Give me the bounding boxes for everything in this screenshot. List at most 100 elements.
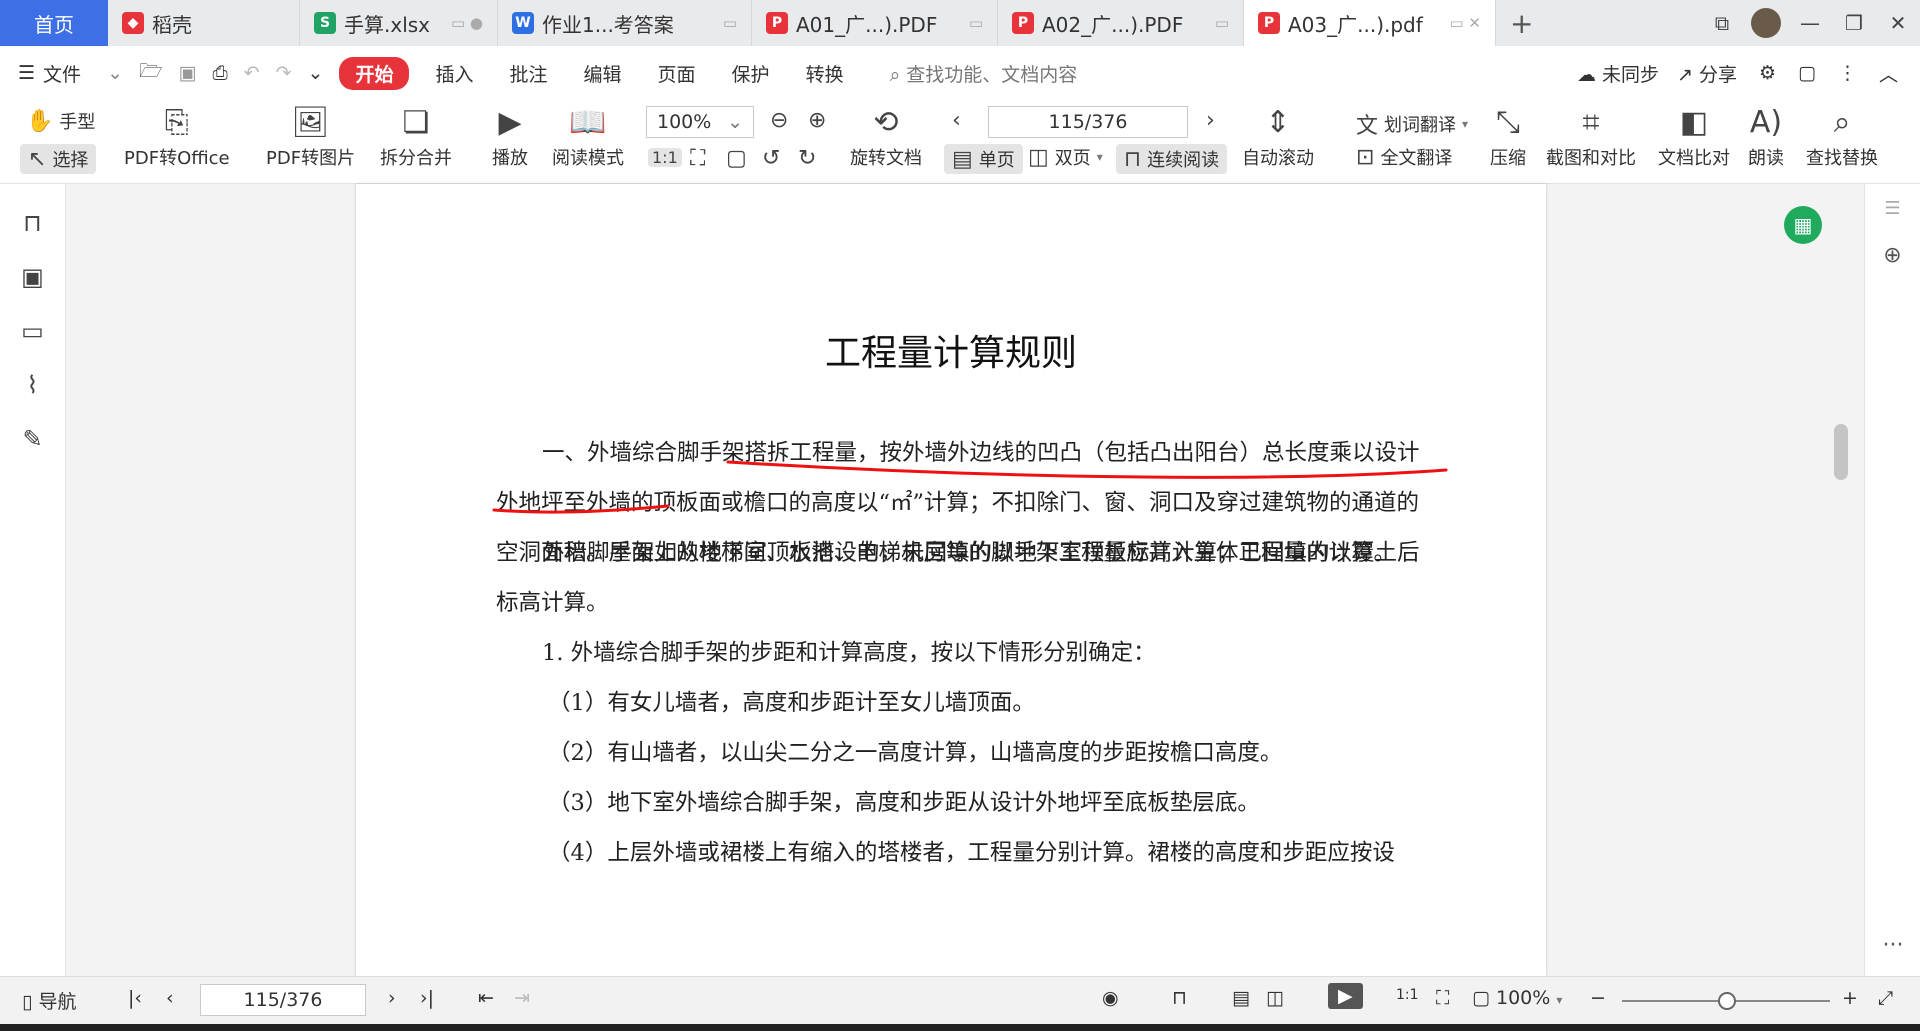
actual-size-icon[interactable]: 1:1 — [648, 148, 682, 167]
kebab-icon[interactable]: ⋮ — [1838, 62, 1857, 84]
table-extract-icon[interactable]: ▦ — [1784, 206, 1822, 244]
select-tool[interactable]: ↖ 选择 — [20, 144, 97, 174]
continuous-icon[interactable]: ⊓ — [1172, 987, 1187, 1009]
bookmark-icon[interactable]: ⊓ — [0, 196, 65, 250]
last-page-icon[interactable]: ›| — [420, 987, 434, 1009]
undo-icon[interactable]: ↶ — [236, 62, 268, 84]
prev-page-icon[interactable]: ‹ — [166, 987, 174, 1009]
signature-icon[interactable]: ✎ — [0, 412, 65, 466]
tab-count-icon[interactable]: ⧉ — [1700, 11, 1744, 35]
fit-width-icon[interactable]: ▢ — [726, 146, 747, 171]
fit-page-icon[interactable]: ⛶ — [1436, 987, 1449, 1009]
fit-page-icon[interactable]: ⛶ — [690, 146, 705, 171]
play-button[interactable]: ▶ 播放 — [492, 102, 528, 170]
open-icon[interactable]: 🗁 — [131, 57, 171, 89]
share-button[interactable]: ↗ 分享 — [1677, 60, 1737, 87]
prev-page-icon[interactable]: ‹ — [952, 108, 961, 133]
zoom-in-icon[interactable]: + — [1842, 987, 1858, 1009]
next-page-icon[interactable]: › — [1206, 108, 1215, 133]
menu-start[interactable]: 开始 — [339, 56, 410, 90]
zoom-out-icon[interactable]: − — [1590, 987, 1606, 1009]
rotate-left-icon[interactable]: ↺ — [762, 146, 780, 171]
zoom-slider[interactable] — [1622, 992, 1830, 1010]
zoom-slider-handle[interactable] — [1718, 992, 1736, 1010]
file-menu[interactable]: 文件 — [39, 60, 99, 87]
menu-page[interactable]: 页面 — [640, 60, 714, 87]
back-icon[interactable]: ⇤ — [478, 987, 494, 1009]
tab-home[interactable]: 首页 — [0, 0, 108, 46]
menu-protect[interactable]: 保护 — [714, 60, 788, 87]
left-sidebar: ⊓ ▣ ▭ ⌇ ✎ — [0, 184, 66, 976]
menu-convert[interactable]: 转换 — [788, 60, 862, 87]
zoom-in-icon[interactable]: ⊕ — [808, 108, 826, 133]
double-page-button[interactable]: ◫ 双页 ▾ — [1028, 144, 1103, 170]
compress-button[interactable]: ⤡ 压缩 — [1490, 102, 1526, 170]
zoom-search-icon[interactable]: ⊕ — [1865, 243, 1920, 268]
read-aloud-button[interactable]: A) 朗读 — [1748, 102, 1784, 170]
read-mode-button[interactable]: 📖 阅读模式 — [552, 102, 624, 170]
pdf-to-image-button[interactable]: 🖼 PDF转图片 — [266, 102, 355, 170]
word-translate-button[interactable]: 文划词翻译 ▾ — [1356, 108, 1468, 140]
continuous-read-button[interactable]: ⊓ 连续阅读 — [1116, 144, 1228, 174]
tab-word[interactable]: W 作业1...考答案 ▭ — [498, 0, 752, 46]
attachment-icon[interactable]: ⌇ — [0, 358, 65, 412]
collapse-icon[interactable]: ︿ — [1879, 60, 1898, 87]
full-translate-button[interactable]: ⊡ 全文翻译 — [1356, 144, 1452, 170]
first-page-icon[interactable]: |‹ — [128, 987, 142, 1009]
zoom-out-icon[interactable]: ⊖ — [770, 108, 788, 133]
play-icon[interactable]: ▶ — [1328, 983, 1363, 1009]
find-replace-button[interactable]: ⌕ 查找替换 — [1806, 102, 1878, 170]
more-icon[interactable]: ··· — [1865, 933, 1920, 958]
gear-icon[interactable]: ⚙ — [1759, 62, 1776, 84]
actual-size-icon[interactable]: 1:1 — [1396, 987, 1419, 1003]
drag-handle-icon[interactable]: ☰ — [1865, 198, 1920, 219]
search-input[interactable]: ⌕ 查找功能、文档内容 — [872, 60, 1096, 87]
redo-icon[interactable]: ↷ — [268, 62, 300, 84]
vertical-scrollbar[interactable] — [1834, 424, 1848, 480]
menu-edit[interactable]: 编辑 — [566, 60, 640, 87]
split-merge-button[interactable]: ❏ 拆分合并 — [380, 102, 452, 170]
doc-compare-button[interactable]: ◧ 文档比对 — [1658, 102, 1730, 170]
more-icon[interactable]: ⌄ — [300, 62, 332, 84]
sync-status[interactable]: ☁ 未同步 — [1577, 60, 1659, 87]
print-icon[interactable]: ⎙ — [205, 62, 236, 84]
nav-toggle[interactable]: ▯ 导航 — [22, 987, 77, 1014]
tab-docer[interactable]: ◆ 稻壳 — [108, 0, 300, 46]
single-page-icon[interactable]: ▤ — [1232, 987, 1250, 1009]
tab-pdf-a02[interactable]: P A02_广...).PDF ▭ — [998, 0, 1244, 46]
rotate-right-icon[interactable]: ↻ — [798, 146, 816, 171]
rotate-doc-button[interactable]: ⟲ 旋转文档 — [850, 102, 922, 170]
new-tab-button[interactable]: + — [1496, 0, 1547, 46]
next-page-icon[interactable]: › — [388, 987, 396, 1009]
minimize-icon[interactable]: — — [1788, 11, 1832, 35]
tab-xlsx[interactable]: S 手算.xlsx ▭ ● — [300, 0, 498, 46]
zoom-select[interactable]: 100% ⌄ — [646, 106, 754, 138]
double-page-icon[interactable]: ◫ — [1266, 987, 1284, 1009]
page-input[interactable]: 115/376 — [988, 106, 1188, 138]
screenshot-compare-button[interactable]: ⌗ 截图和对比 — [1546, 102, 1636, 170]
tab-pdf-a03[interactable]: P A03_广...).pdf ▭ ✕ — [1244, 0, 1496, 46]
close-window-icon[interactable]: ✕ — [1876, 11, 1920, 35]
auto-scroll-button[interactable]: ⇕ 自动滚动 — [1242, 102, 1314, 170]
forward-icon[interactable]: ⇥ — [514, 987, 530, 1009]
compare-icon: ◧ — [1679, 105, 1709, 140]
status-page-input[interactable]: 115/376 — [200, 984, 366, 1016]
menu-insert[interactable]: 插入 — [417, 60, 491, 87]
comment-icon[interactable]: ▢ — [1798, 62, 1816, 84]
close-icon[interactable]: ▭ ✕ — [1439, 14, 1481, 32]
fullscreen-icon[interactable]: ⤢ — [1878, 987, 1893, 1009]
avatar[interactable] — [1751, 8, 1781, 38]
pdf-to-office-button[interactable]: ⎘ PDF转Office — [124, 102, 230, 170]
menu-comment[interactable]: 批注 — [492, 60, 566, 87]
tab-pdf-a01[interactable]: P A01_广...).PDF ▭ — [752, 0, 998, 46]
restore-icon[interactable]: ❐ — [1832, 11, 1876, 35]
eye-protect-icon[interactable]: ◉ — [1102, 987, 1119, 1009]
thumbnail-icon[interactable]: ▣ — [0, 250, 65, 304]
hand-tool[interactable]: ✋ 手型 — [26, 108, 95, 134]
save-icon[interactable]: ▣ — [171, 62, 205, 84]
single-page-button[interactable]: ▤ 单页 — [944, 144, 1023, 174]
hamburger-icon[interactable]: ☰ — [0, 62, 39, 84]
chevron-down-icon[interactable]: ⌄ — [99, 62, 131, 84]
comment-icon[interactable]: ▭ — [0, 304, 65, 358]
zoom-select[interactable]: ▢ 100% ▾ — [1472, 987, 1562, 1009]
